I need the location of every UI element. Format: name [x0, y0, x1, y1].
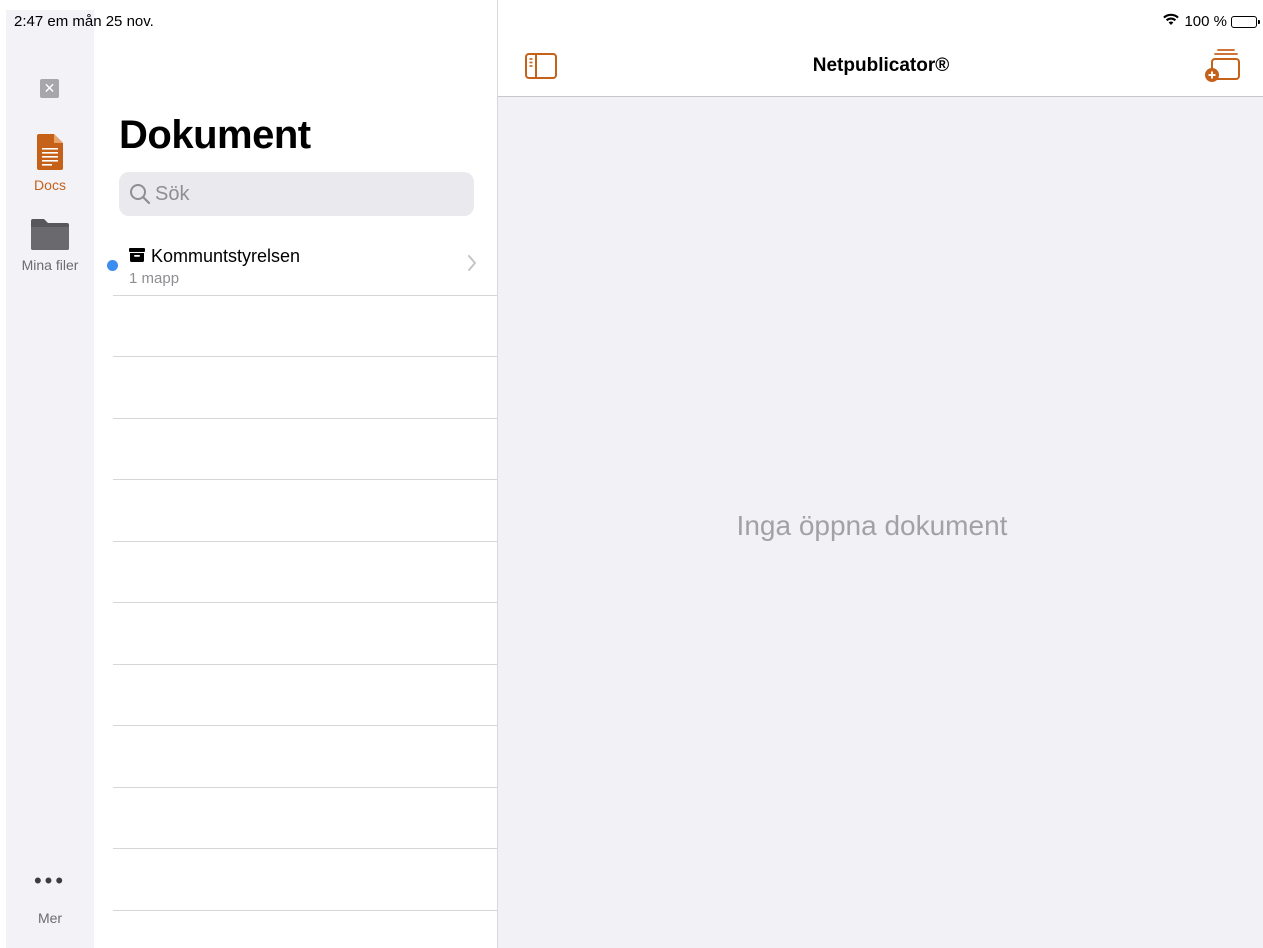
- page-title: Dokument: [119, 113, 311, 157]
- document-icon: [6, 134, 94, 173]
- rail-item-label: Mer: [37, 910, 63, 926]
- list-item[interactable]: Kommuntstyrelsen 1 mapp: [107, 234, 497, 296]
- list-item-label: Kommuntstyrelsen: [151, 246, 301, 266]
- detail-title: Netpublicator®: [812, 55, 950, 76]
- battery-icon: [1231, 15, 1260, 28]
- rail-item-more[interactable]: ••• Mer: [6, 868, 94, 927]
- document-list: Kommuntstyrelsen 1 mapp: [107, 234, 497, 911]
- app-rail: ✕ Docs Mina filer ••• Mer: [6, 10, 94, 948]
- search-icon: [129, 183, 151, 210]
- empty-row: [113, 603, 497, 665]
- empty-row: [113, 419, 497, 480]
- status-indicators: 100 %: [1162, 13, 1260, 30]
- list-item-subtitle: 1 mapp: [129, 270, 180, 287]
- close-icon[interactable]: ✕: [40, 79, 59, 98]
- rail-item-label: Docs: [34, 177, 66, 193]
- document-list-pane: Dokument Kommuntstyrelsen: [94, 0, 497, 948]
- empty-row: [113, 480, 497, 542]
- rail-item-docs[interactable]: Docs: [6, 134, 94, 193]
- detail-pane: Netpublicator® Inga öppna dokument: [497, 0, 1263, 948]
- folder-icon: [6, 218, 94, 253]
- ellipsis-icon: •••: [33, 868, 67, 893]
- status-bar: 2:47 em mån 25 nov. 100 %: [0, 0, 1263, 44]
- empty-row: [113, 788, 497, 849]
- empty-state-message: Inga öppna dokument: [736, 510, 1008, 541]
- empty-row: [113, 542, 497, 603]
- empty-row: [113, 296, 497, 357]
- empty-row: [113, 849, 497, 911]
- unread-indicator: [107, 260, 118, 271]
- list-item-title: Kommuntstyrelsen: [129, 246, 300, 267]
- search-input[interactable]: [155, 172, 455, 216]
- chevron-right-icon: [467, 254, 477, 277]
- archive-box-icon: [129, 246, 145, 267]
- wifi-icon: [1162, 13, 1180, 30]
- empty-row: [113, 665, 497, 726]
- empty-row: [113, 726, 497, 788]
- battery-percent: 100 %: [1184, 13, 1227, 30]
- status-time: 2:47 em mån 25 nov.: [14, 13, 154, 30]
- rail-item-mina-filer[interactable]: Mina filer: [6, 218, 94, 273]
- search-bar[interactable]: [119, 172, 474, 216]
- new-window-icon[interactable]: [1204, 48, 1240, 89]
- empty-row: [113, 357, 497, 419]
- rail-item-label: Mina filer: [21, 257, 79, 273]
